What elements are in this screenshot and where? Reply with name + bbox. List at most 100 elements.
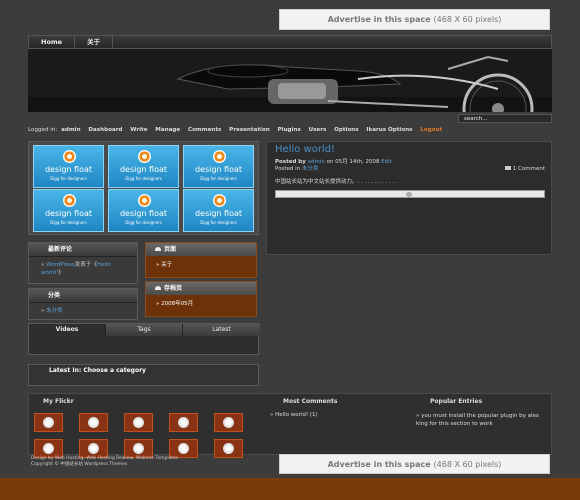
- design-float-ad[interactable]: design float Digg for designers: [33, 145, 104, 188]
- post-hello-world: Hello world! Posted by admin on 05月 14th…: [266, 141, 552, 255]
- tab-latest[interactable]: Latest: [183, 324, 260, 336]
- lifebuoy-icon: [213, 150, 226, 163]
- ad-text: Advertise in this space: [327, 15, 431, 24]
- comment-post-link[interactable]: Hello: [97, 262, 111, 268]
- post-author-link[interactable]: admin: [308, 159, 325, 165]
- comment-post-link-cont[interactable]: world!: [41, 270, 58, 276]
- nav-home[interactable]: Home: [29, 36, 76, 48]
- widget-title: 分类: [29, 289, 137, 303]
- comment-count: 1 Comment: [512, 166, 545, 172]
- widget-title: 存档页: [146, 282, 256, 295]
- header-image: search...: [28, 49, 552, 112]
- post-edit-link[interactable]: Edit: [381, 159, 392, 165]
- df-title: design float: [194, 165, 243, 174]
- ad-size: (468 X 60 pixels): [433, 460, 502, 469]
- post-body: 中国站长站为中文站长提供动力。. . . . . . . . . . . .: [275, 179, 398, 185]
- search-placeholder: search...: [464, 116, 488, 122]
- motorcycle-illustration: [28, 49, 552, 112]
- flickr-thumbnail[interactable]: [169, 413, 198, 432]
- comment-text: 发表于《: [74, 262, 97, 268]
- page-link[interactable]: 关于: [161, 262, 172, 268]
- main-nav: Home 关于: [28, 35, 552, 49]
- logged-in-label: Logged in:: [28, 127, 58, 133]
- post-category-link[interactable]: 未分类: [302, 166, 319, 172]
- archive-link[interactable]: 2008年05月: [161, 301, 193, 307]
- nav-about[interactable]: 关于: [75, 36, 114, 48]
- tabbed-widget: Videos Tags Latest: [28, 323, 260, 355]
- comment-count-link[interactable]: 1 Comment: [504, 166, 545, 172]
- flickr-thumbnail[interactable]: [34, 413, 63, 432]
- pages-widget: 页面 » 关于: [145, 242, 257, 278]
- ad-text: Advertise in this space: [327, 460, 431, 469]
- post-meta: Posted by admin on 05月 14th, 2008 Edit P…: [275, 159, 392, 173]
- most-comments-link: Hello world! (1): [275, 412, 318, 418]
- admin-link-users[interactable]: Users: [309, 127, 327, 133]
- search-input-box[interactable]: search...: [458, 114, 552, 123]
- latest-in-title[interactable]: Latest In: Choose a category: [29, 365, 258, 374]
- admin-link-presentation[interactable]: Presentation: [229, 127, 270, 133]
- widget-body: » 2008年05月: [156, 301, 194, 307]
- categories-widget: 分类 » 未分类: [28, 288, 138, 320]
- ad-banner-top[interactable]: Advertise in this space (468 X 60 pixels…: [279, 9, 550, 30]
- lifebuoy-icon: [213, 194, 226, 207]
- widget-title: 页面: [146, 243, 256, 256]
- logout-link[interactable]: Logout: [420, 127, 442, 133]
- admin-link-write[interactable]: Write: [130, 127, 147, 133]
- lifebuoy-icon: [138, 194, 151, 207]
- df-subtitle: Digg for designers: [50, 176, 87, 181]
- archives-widget: 存档页 » 2008年05月: [145, 281, 257, 317]
- design-float-ad[interactable]: design float Digg for designers: [33, 189, 104, 232]
- lifebuoy-icon: [63, 150, 76, 163]
- copyright-line: Copyright © 中国站长站 Wordpress Themes: [31, 462, 128, 467]
- admin-link-comments[interactable]: Comments: [188, 127, 221, 133]
- df-title: design float: [44, 209, 93, 218]
- most-comments-title: Most Comments: [283, 398, 338, 405]
- admin-link-manage[interactable]: Manage: [155, 127, 180, 133]
- post-divider-bar: [275, 190, 545, 198]
- post-date: on 05月 14th, 2008: [326, 159, 380, 165]
- df-subtitle: Digg for designers: [50, 220, 87, 225]
- design-float-ad-grid: design float Digg for designers design fl…: [28, 141, 259, 235]
- admin-link-ikarus-options[interactable]: Ikarus Options: [366, 127, 412, 133]
- latest-in-widget: Latest In: Choose a category: [28, 364, 259, 386]
- most-comments-item[interactable]: » Hello world! (1): [270, 412, 318, 418]
- df-subtitle: Digg for designers: [125, 176, 162, 181]
- df-title: design float: [119, 209, 168, 218]
- comment-author-link[interactable]: WordPress: [46, 262, 75, 268]
- admin-link-dashboard[interactable]: Dashboard: [88, 127, 122, 133]
- widget-body: » WordPress发表于《Hello world!》: [41, 262, 111, 276]
- footer-band: [0, 478, 580, 500]
- copyright: Design by Web Hosting, Web Hosting Rewie…: [31, 456, 178, 468]
- post-title[interactable]: Hello world!: [275, 144, 335, 155]
- flickr-thumbnail[interactable]: [124, 413, 153, 432]
- ad-size: (468 X 60 pixels): [433, 15, 502, 24]
- tab-tags[interactable]: Tags: [106, 324, 183, 336]
- admin-bar: Logged in: admin Dashboard Write Manage …: [28, 127, 552, 137]
- widget-body: » 关于: [156, 262, 173, 268]
- comment-icon: [504, 166, 511, 170]
- df-subtitle: Digg for designers: [200, 176, 237, 181]
- flickr-thumbnail[interactable]: [214, 439, 243, 458]
- widget-title: 最新评论: [29, 243, 137, 257]
- widget-body: » 未分类: [41, 308, 63, 314]
- design-float-ad[interactable]: design float Digg for designers: [108, 145, 179, 188]
- admin-link-options[interactable]: Options: [334, 127, 359, 133]
- category-link[interactable]: 未分类: [46, 308, 63, 314]
- posted-in-label: Posted in: [275, 166, 301, 172]
- df-title: design float: [194, 209, 243, 218]
- credits-line[interactable]: Design by Web Hosting, Web Hosting Rewie…: [31, 456, 178, 461]
- popular-entries-text: » you must install the popular plugin by…: [416, 413, 540, 427]
- df-title: design float: [119, 165, 168, 174]
- admin-link-admin[interactable]: admin: [61, 127, 81, 133]
- flickr-thumbnail[interactable]: [214, 413, 243, 432]
- design-float-ad[interactable]: design float Digg for designers: [108, 189, 179, 232]
- ad-banner-bottom[interactable]: Advertise in this space (468 X 60 pixels…: [279, 454, 550, 474]
- design-float-ad[interactable]: design float Digg for designers: [183, 189, 254, 232]
- posted-by-label: Posted by: [275, 159, 306, 165]
- footer-widgets: My Flickr Most Comments » Hello world! (…: [28, 393, 552, 458]
- flickr-thumbnail[interactable]: [79, 413, 108, 432]
- admin-link-plugins[interactable]: Plugins: [278, 127, 301, 133]
- lifebuoy-icon: [138, 150, 151, 163]
- design-float-ad[interactable]: design float Digg for designers: [183, 145, 254, 188]
- tab-videos[interactable]: Videos: [29, 324, 106, 336]
